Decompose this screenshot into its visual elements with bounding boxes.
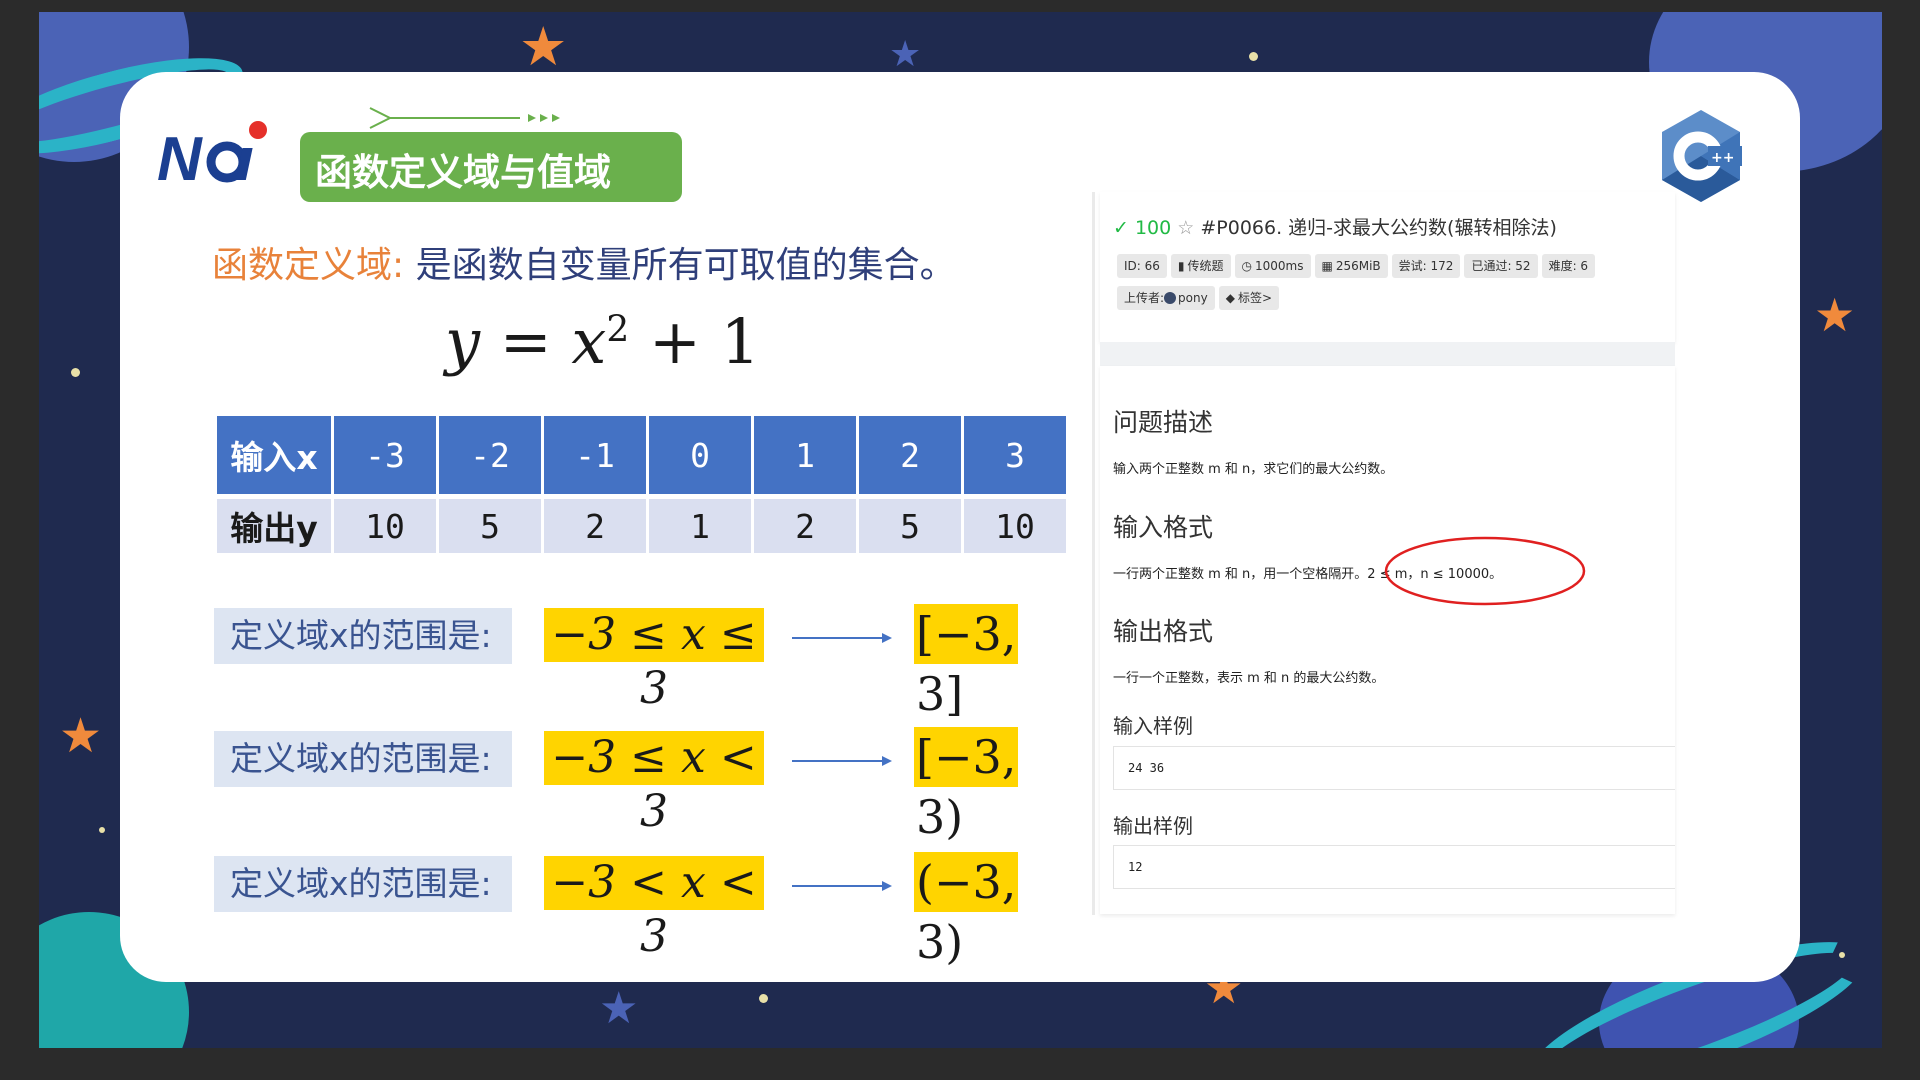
noi-logo: N	[155, 118, 275, 194]
definition-text: 是函数自变量所有可取值的集合。	[415, 245, 956, 286]
problem-title-text: #P0066. 递归-求最大公约数(辗转相除法)	[1200, 217, 1557, 239]
window-bottom-strip	[39, 1048, 1882, 1080]
input-row-label: 输入x	[217, 416, 331, 494]
tag-type: ▮ 传统题	[1170, 254, 1231, 278]
star-outline-icon[interactable]: ☆	[1177, 217, 1194, 239]
dot-decoration	[71, 368, 80, 377]
section-heading-input: 输入格式	[1113, 513, 1214, 542]
table-row-output: 输出y 10 5 2 1 2 5 10	[217, 499, 1066, 553]
tag-accepted: 已通过: 52	[1464, 254, 1538, 278]
formula-lhs: y = x	[445, 305, 607, 378]
table-cell: -3	[334, 416, 436, 494]
input-output-table: 输入x -3 -2 -1 0 1 2 3 输出y 10 5 2 1 2 5 10	[214, 416, 1069, 553]
table-cell: 10	[964, 499, 1066, 553]
problem-meta-tags: ID: 66 ▮ 传统题 ◷ 1000ms ▦ 256MiB 尝试: 172 已通过:…	[1117, 254, 1596, 278]
sample-input-box[interactable]: 24 36	[1113, 746, 1675, 790]
range-inequality: −3 ≤ x ≤ 3	[544, 608, 764, 714]
section-heading-sample-input: 输入样例	[1113, 714, 1193, 738]
range-interval: (−3, 3)	[914, 852, 1019, 969]
table-cell: 1	[649, 499, 751, 553]
star-icon: ★	[599, 983, 639, 1034]
section-heading-sample-output: 输出样例	[1113, 814, 1193, 838]
section-heading-description: 问题描述	[1113, 408, 1214, 437]
table-cell: 2	[859, 416, 961, 494]
problem-score: 100	[1134, 217, 1172, 239]
sample-output-box[interactable]: 12	[1113, 845, 1675, 889]
table-row-input: 输入x -3 -2 -1 0 1 2 3	[217, 416, 1066, 494]
tag-id: ID: 66	[1117, 254, 1167, 278]
clock-icon: ◷	[1241, 259, 1253, 273]
range-interval: [−3, 3]	[914, 604, 1019, 721]
tag-memory-limit: ▦ 256MiB	[1314, 254, 1388, 278]
definition-label: 函数定义域:	[212, 245, 405, 286]
file-icon: ▮	[1177, 259, 1185, 273]
red-ellipse-annotation	[1384, 536, 1586, 606]
table-cell: 2	[544, 499, 646, 553]
slide-title: 函数定义域与值域	[315, 151, 611, 194]
tag-icon: ◆	[1225, 291, 1235, 305]
tag-labels[interactable]: ◆ 标签>	[1218, 286, 1280, 310]
section-text-output: 一行一个正整数，表示 m 和 n 的最大公约数。	[1113, 671, 1385, 686]
noi-logo-graphic: N	[157, 121, 267, 194]
table-cell: 5	[859, 499, 961, 553]
cpp-logo-icon: ++	[1662, 110, 1742, 202]
range-inequality: −3 < x < 3	[544, 856, 764, 962]
table-cell: 3	[964, 416, 1066, 494]
problem-meta-tags-2: 上传者: pony ◆ 标签>	[1117, 286, 1280, 310]
table-cell: 5	[439, 499, 541, 553]
avatar	[1164, 292, 1177, 304]
star-icon: ★	[889, 34, 922, 75]
range-label: 定义域x的范围是:	[214, 856, 512, 912]
section-text-description: 输入两个正整数 m 和 n，求它们的最大公约数。	[1113, 462, 1394, 477]
range-label: 定义域x的范围是:	[214, 731, 512, 787]
dot-decoration	[1839, 952, 1845, 958]
dot-decoration	[1249, 52, 1258, 61]
svg-text:++: ++	[1711, 150, 1734, 166]
table-cell: 1	[754, 416, 856, 494]
table-cell: 10	[334, 499, 436, 553]
star-icon: ★	[1814, 288, 1856, 342]
formula-rhs: + 1	[629, 305, 761, 378]
definition-line: 函数定义域: 是函数自变量所有可取值的集合。	[212, 236, 956, 288]
formula-exponent: 2	[606, 309, 630, 351]
arrow-right-icon	[792, 756, 892, 766]
svg-text:N: N	[157, 125, 203, 190]
panel-divider	[1100, 342, 1675, 366]
tag-uploader[interactable]: 上传者: pony	[1117, 286, 1215, 310]
section-heading-output: 输出格式	[1113, 617, 1214, 646]
arrow-right-icon	[792, 881, 892, 891]
table-cell: -1	[544, 416, 646, 494]
problem-title[interactable]: ✓ 100 ☆ #P0066. 递归-求最大公约数(辗转相除法)	[1113, 213, 1557, 240]
star-icon: ★	[59, 708, 103, 764]
tag-attempts: 尝试: 172	[1391, 254, 1461, 278]
tag-time-limit: ◷ 1000ms	[1234, 254, 1311, 278]
range-label: 定义域x的范围是:	[214, 608, 512, 664]
table-cell: -2	[439, 416, 541, 494]
dot-decoration	[99, 827, 105, 833]
check-icon: ✓	[1113, 217, 1129, 239]
function-formula: y = x2 + 1	[445, 305, 760, 378]
dot-decoration	[759, 994, 768, 1003]
title-decoration	[369, 107, 560, 129]
output-row-label: 输出y	[217, 499, 331, 553]
star-icon: ★	[519, 15, 568, 78]
arrow-right-icon	[792, 633, 892, 643]
tag-difficulty: 难度: 6	[1541, 254, 1596, 278]
range-inequality: −3 ≤ x < 3	[544, 731, 764, 837]
table-cell: 0	[649, 416, 751, 494]
range-interval: [−3, 3)	[914, 727, 1019, 844]
table-cell: 2	[754, 499, 856, 553]
memory-icon: ▦	[1321, 259, 1333, 273]
